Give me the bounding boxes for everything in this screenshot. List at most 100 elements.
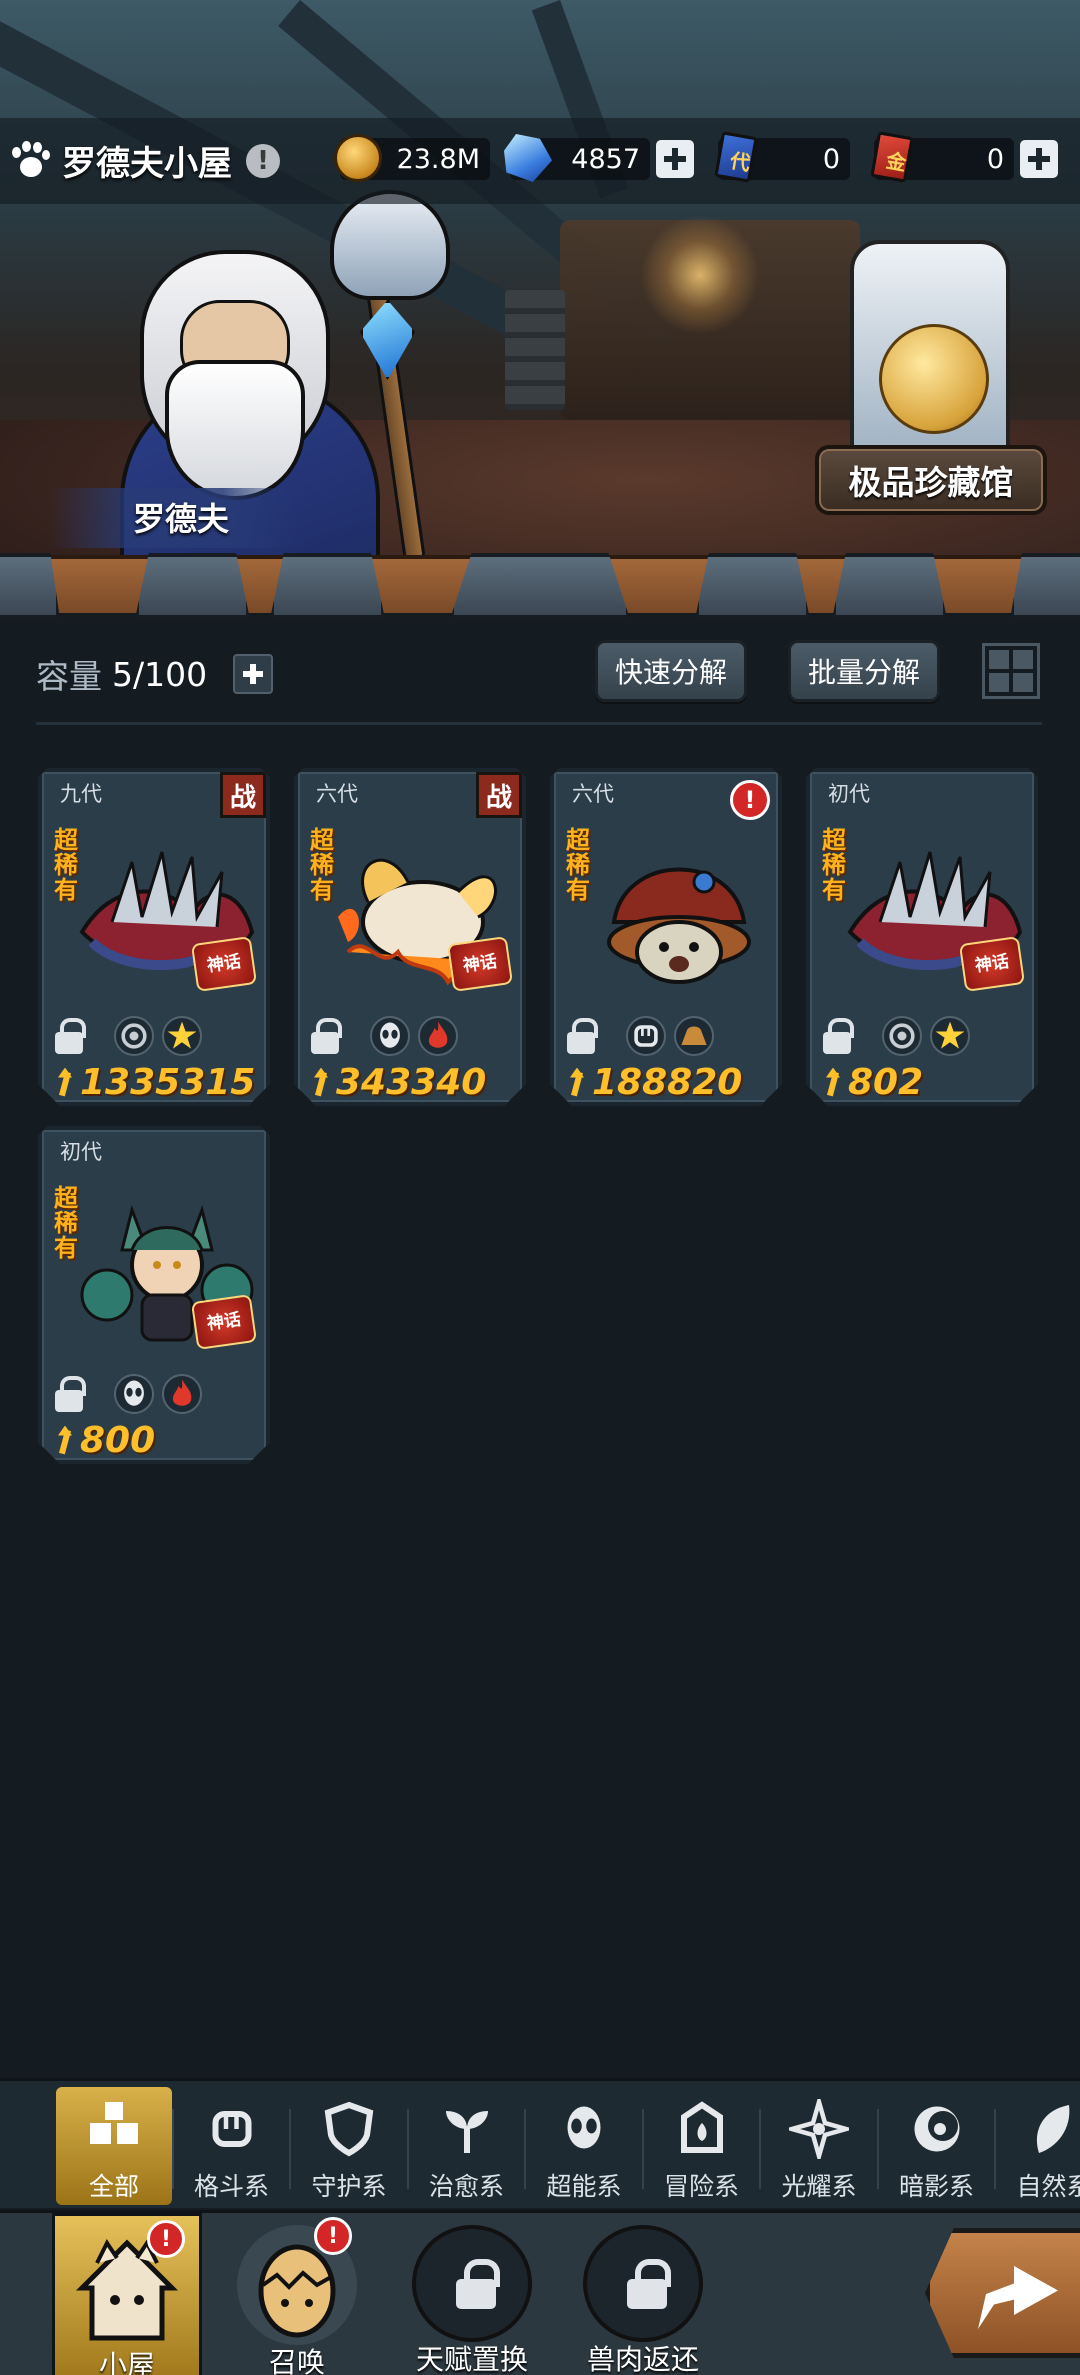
alert-badge: ! [147,2220,185,2258]
locked-feature-icon [412,2225,532,2342]
category-tab[interactable]: 冒险系 [644,2087,760,2205]
category-tab-bar: 全部 格斗系 守护系 治愈系 超能系 冒险系 光耀系 暗影系 自然系 [0,2078,1080,2208]
wizard-beard [165,360,305,500]
monster-card[interactable]: 六代 ! 超稀有 188820 [550,768,782,1106]
nav-item[interactable]: ! 召唤 [222,2213,372,2375]
nav-item[interactable]: 兽肉返还 [568,2213,718,2375]
generation-label: 六代 [316,782,358,806]
expand-capacity-button[interactable] [233,654,274,694]
category-tab[interactable]: 全部 [56,2087,172,2205]
power-icon [310,1068,332,1098]
rarity-label: 超稀有 [310,826,334,904]
tab-separator [994,2109,996,2189]
category-label: 光耀系 [781,2172,857,2201]
category-tab[interactable]: 超能系 [526,2087,642,2205]
paw-icon [10,140,50,181]
adventure-icon [672,2099,732,2159]
rarity-label: 超稀有 [566,826,590,904]
category-tab[interactable]: 暗影系 [879,2087,995,2205]
alien-icon [370,1016,410,1056]
fire-icon [418,1016,458,1056]
stone-ledge [0,553,1080,619]
golden-idol [879,324,989,434]
power-number: 343340 [336,1062,487,1103]
rarity-label: 超稀有 [822,826,846,904]
alien-icon [114,1374,154,1414]
category-label: 暗影系 [898,2172,974,2201]
shield-icon [319,2099,379,2159]
shadow-icon [907,2099,967,2159]
bottom-nav: ! 小屋 ! 召唤 天赋置换 兽肉返还 [0,2210,1080,2375]
monster-card[interactable]: 初代 超稀有 神话 800 [38,1126,270,1464]
all-blocks-icon [84,2099,144,2159]
category-tab[interactable]: 治愈系 [409,2087,525,2205]
forward-arrow-button[interactable] [925,2228,1080,2358]
myth-tag: 神话 [191,936,257,992]
category-label: 治愈系 [428,2172,504,2201]
tab-separator [171,2109,174,2189]
monster-card[interactable]: 初代 超稀有 神话 802 [806,768,1038,1106]
psychic-icon [882,1016,922,1056]
nav-item[interactable]: 天赋置换 [397,2213,547,2375]
grid-view-icon[interactable] [982,643,1040,699]
capacity-value: 5/100 [112,654,208,694]
psychic-icon [114,1016,154,1056]
add-crystal-button[interactable] [656,140,694,178]
tab-separator [289,2109,291,2189]
blue-card-glyph: 代 [728,148,753,176]
coin-counter: 23.8M [334,134,490,182]
tab-separator [876,2109,879,2189]
rarity-label: 超稀有 [54,826,78,904]
batch-decompose-button[interactable]: 批量分解 [788,640,940,702]
museum-button[interactable]: 极品珍藏馆 [815,445,1047,515]
ledge-block [0,553,60,619]
myth-tag: 神话 [447,936,513,992]
myth-tag: 神话 [191,1294,257,1350]
power-number: 188820 [592,1062,743,1103]
lock-icon[interactable] [566,1018,596,1054]
category-tab[interactable]: 自然系 [996,2087,1080,2205]
monster-card[interactable]: 六代 战 超稀有 神话 343340 [294,768,526,1106]
power-value: 343340 [310,1062,486,1103]
power-number: 1335315 [80,1062,256,1103]
nav-label: 召唤 [268,2346,325,2375]
category-tab[interactable]: 光耀系 [761,2087,877,2205]
generation-label: 九代 [60,782,102,806]
category-tab[interactable]: 格斗系 [174,2087,290,2205]
ledge-block [135,553,250,619]
fist-icon [626,1016,666,1056]
generation-label: 初代 [60,1140,102,1164]
fist-icon [202,2099,262,2159]
lock-icon[interactable] [54,1018,84,1054]
battle-badge: 战 [476,772,522,818]
category-label: 自然系 [1016,2172,1080,2201]
tab-separator [406,2109,409,2189]
capacity-label: 容量 [36,657,102,696]
nav-item[interactable]: ! 小屋 [52,2213,202,2375]
lock-icon[interactable] [54,1376,84,1412]
power-value: 188820 [566,1062,742,1103]
monster-card[interactable]: 九代 战 超稀有 神话 1335315 [38,768,270,1106]
npc-name-tag: 罗德夫 [48,488,298,548]
power-icon [54,1068,76,1098]
power-value: 800 [54,1420,155,1461]
museum-button-label: 极品珍藏馆 [848,463,1014,502]
room-title-text: 罗德夫小屋 [62,144,232,184]
lock-icon[interactable] [822,1018,852,1054]
category-tab[interactable]: 守护系 [291,2087,407,2205]
collection-throne[interactable] [850,240,1010,460]
resource-bar: 罗德夫小屋 ! 23.8M 4857 代 0 金 0 [0,118,1080,204]
tab-separator [641,2109,644,2189]
creature-art [584,822,774,997]
lock-icon [456,2259,500,2309]
add-gold-card-button[interactable] [1020,140,1058,178]
crystal-counter: 4857 [504,134,694,182]
power-value: 802 [822,1062,923,1103]
lock-icon[interactable] [310,1018,340,1054]
tab-separator [759,2109,761,2189]
quick-decompose-button[interactable]: 快速分解 [595,640,747,702]
ledge-block [695,553,810,619]
power-number: 800 [80,1420,156,1461]
power-icon [822,1068,844,1098]
room-info-button[interactable]: ! [246,143,280,178]
